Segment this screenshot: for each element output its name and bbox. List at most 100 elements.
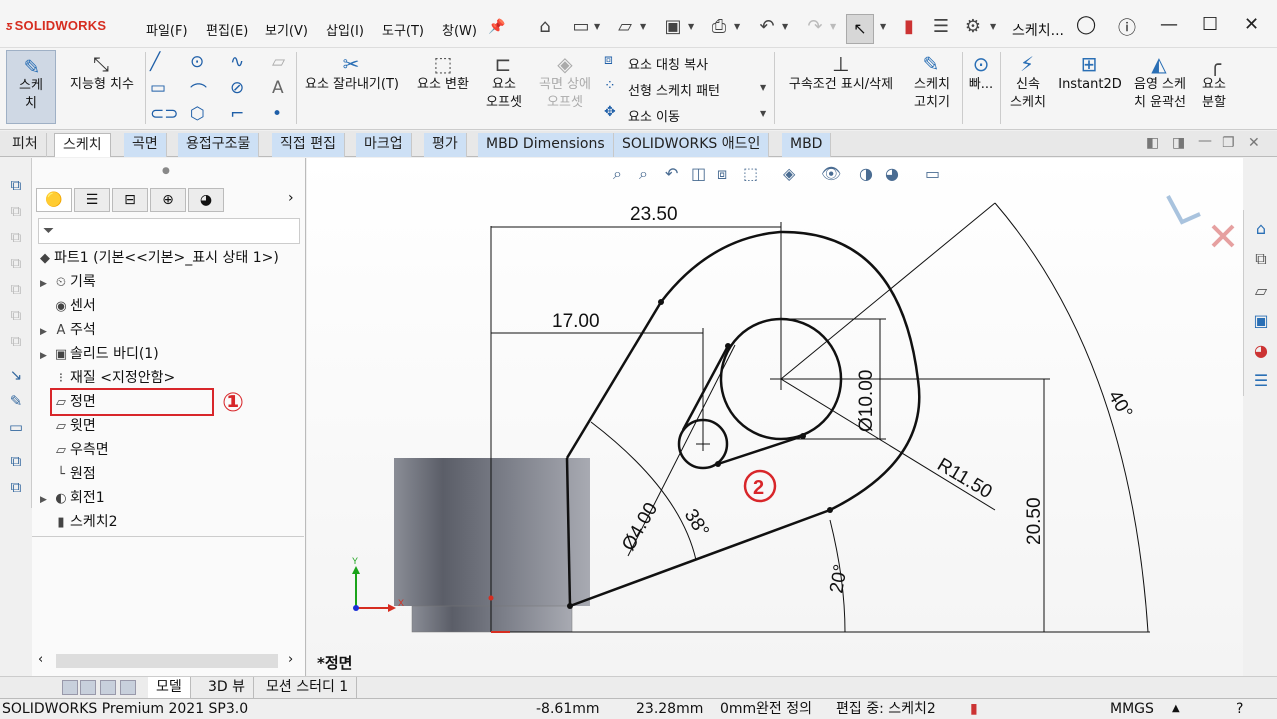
rebuild-icon[interactable]: ▮ [970,699,978,719]
menu-edit[interactable]: 편집(E) [206,20,248,39]
dim-angle-40[interactable]: 40° [1104,387,1137,422]
cancel-sketch-icon[interactable] [1211,224,1235,248]
layer-icon[interactable]: ⧉ [7,202,25,220]
chevron-up-icon[interactable]: ▲ [1172,699,1180,719]
layer-icon[interactable]: ⧉ [7,176,25,194]
custom-properties-icon[interactable]: ☰ [1250,370,1272,392]
tree-item-history[interactable]: ▶ ⏲ 기록 [40,272,96,292]
tree-item-revolve1[interactable]: ▶ ◐ 회전1 [40,488,105,508]
expand-arrow-icon[interactable]: ▶ [40,322,52,342]
redo-icon[interactable]: ↷ [804,16,826,38]
chevron-down-icon[interactable]: ▼ [734,22,740,31]
chevron-down-icon[interactable]: ▼ [782,22,788,31]
point-icon[interactable]: • [272,104,282,124]
expand-arrow-icon[interactable]: ▶ [40,274,52,294]
graphics-area[interactable]: ⌕ ⌕ ↶ ◫ ⧈ ⬚ ◈ 👁 ◑ ◕ ▭ 23.50 17.00 Ø10.00… [307,158,1243,676]
feature-tree-tab[interactable]: 🟡 [36,188,72,212]
horizontal-scrollbar[interactable] [56,654,278,668]
next-tab-button[interactable] [100,680,116,695]
scroll-right-icon[interactable]: › [288,652,293,667]
dim-17-00[interactable]: 17.00 [552,311,600,332]
new-document-icon[interactable]: ▭ [570,16,592,38]
sketch-button[interactable]: ✎ 스케 치 [6,50,56,124]
chevron-down-icon[interactable]: ▼ [688,22,694,31]
file-properties-icon[interactable]: ☰ [930,16,952,38]
layer-icon[interactable]: ⧉ [7,280,25,298]
dimxpert-tab[interactable]: ⊕ [150,188,186,212]
move-icon[interactable]: ✥ [604,104,616,120]
mirror-icon[interactable]: ⧈ [604,52,613,68]
arc-icon[interactable]: ⌒ [190,78,207,103]
linear-pattern-icon[interactable]: ⁘ [604,78,616,94]
maximize-icon[interactable]: ☐ [1202,14,1218,35]
expand-arrow-icon[interactable]: ▶ [40,346,52,366]
configuration-manager-tab[interactable]: ⊟ [112,188,148,212]
menu-window[interactable]: 창(W) [442,20,477,39]
help-status-icon[interactable]: ? [1236,699,1243,719]
doc-restore-icon[interactable]: ❐ [1222,135,1235,151]
rectangle-icon[interactable]: ▭ [150,78,166,98]
tab-markup[interactable]: 마크업 [356,133,412,157]
undo-icon[interactable]: ↶ [756,16,778,38]
menu-view[interactable]: 보기(V) [265,20,308,39]
tree-item-annotations[interactable]: ▶ A 주석 [40,320,96,340]
dim-angle-20[interactable]: 20° [826,563,852,595]
slot-icon[interactable]: ⊂⊃ [150,104,179,124]
tree-item-origin[interactable]: └ 원점 [40,464,96,484]
appearances-icon[interactable]: ◕ [1250,340,1272,362]
tree-item-material[interactable]: ⁝ 재질 <지정안함> [40,368,175,388]
select-cursor-icon[interactable]: ↖ [846,14,874,44]
file-explorer-icon[interactable]: ▱ [1250,280,1272,302]
help-icon[interactable]: ⓘ [1118,14,1136,40]
layer-icon[interactable]: ⧉ [7,228,25,246]
tab-motion-study-1[interactable]: 모션 스터디 1 [258,677,358,698]
plane-icon[interactable]: ▱ [272,52,285,72]
tree-item-sketch2[interactable]: ▮ 스케치2 [40,512,117,532]
copy-icon[interactable]: ⧉ [7,452,25,470]
tile-right-icon[interactable]: ◨ [1172,135,1185,151]
repair-icon[interactable]: ✎ [7,392,25,410]
move-entities-button[interactable]: 요소 이동 [628,106,680,125]
expand-arrow-icon[interactable]: ▶ [40,490,52,510]
tab-solidworks-addins[interactable]: SOLIDWORKS 애드인 [614,133,770,157]
confirmation-corner[interactable] [1166,195,1235,248]
view-palette-icon[interactable]: ▣ [1250,310,1272,332]
panel-grip-icon[interactable]: ● [162,166,170,176]
line-icon[interactable]: ╱ [150,52,160,72]
tab-features[interactable]: 피처 [4,133,47,157]
tree-item-sensors[interactable]: ◉ 센서 [40,296,95,316]
save-icon[interactable]: ▣ [662,16,684,38]
dim-diameter-4[interactable]: Ø4.00 [618,499,662,554]
tab-evaluate[interactable]: 평가 [424,133,467,157]
dim-angle-38[interactable]: 38° [680,506,713,541]
layer-icon[interactable]: ⧉ [7,254,25,272]
doc-close-icon[interactable]: ✕ [1248,135,1260,151]
tab-sketch[interactable]: 스케치 [54,133,111,157]
tab-direct-editing[interactable]: 직접 편집 [272,133,345,157]
display-icon[interactable]: ▭ [7,418,25,436]
fillet-icon[interactable]: ⌐ [230,104,244,124]
circle-icon[interactable]: ⊙ [190,52,204,72]
tree-root-part[interactable]: ◆ 파트1 (기본<<기본>_표시 상태 1>) [36,248,279,268]
home-icon[interactable]: ⌂ [534,16,556,38]
tree-item-solid-bodies[interactable]: ▶ ▣ 솔리드 바디(1) [40,344,159,364]
ellipse-icon[interactable]: ⊘ [230,78,244,98]
doc-minimize-icon[interactable]: — [1198,133,1212,149]
chevron-down-icon[interactable]: ▼ [760,83,766,92]
pin-icon[interactable]: 📌 [486,16,508,38]
chevron-down-icon[interactable]: ▼ [880,22,886,31]
tab-mbd[interactable]: MBD [782,133,832,157]
tree-item-right-plane[interactable]: ▱ 우측면 [40,440,109,460]
tab-weldments[interactable]: 용접구조물 [178,133,260,157]
chevron-down-icon[interactable]: ▼ [640,22,646,31]
tab-surfaces[interactable]: 곡면 [124,133,167,157]
dim-20-50[interactable]: 20.50 [1024,497,1045,545]
mirror-entities-button[interactable]: 요소 대칭 복사 [628,54,708,73]
display-manager-tab[interactable]: ◕ [188,188,224,212]
sketch-drawing[interactable]: 23.50 17.00 Ø10.00 R11.50 20.50 Ø4.00 38… [307,158,1243,676]
previous-tab-button[interactable] [80,680,96,695]
spline-icon[interactable]: ∿ [230,52,244,72]
gear-icon[interactable]: ⚙ [962,16,984,38]
user-icon[interactable]: ◯ [1076,14,1096,35]
close-icon[interactable]: ✕ [1244,14,1259,35]
